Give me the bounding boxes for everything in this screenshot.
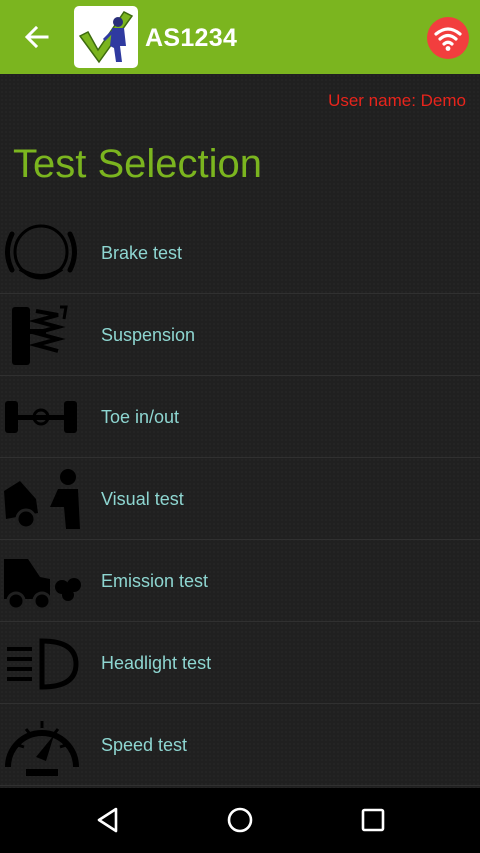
app-title: AS1234 xyxy=(145,24,238,52)
test-item-label: Brake test xyxy=(101,243,183,263)
test-item-brake[interactable]: Brake test xyxy=(0,212,480,294)
test-item-speed[interactable]: Speed test xyxy=(0,704,480,786)
suspension-icon xyxy=(12,305,68,365)
test-item-emission[interactable]: Emission test xyxy=(0,540,480,622)
back-button[interactable] xyxy=(17,17,57,57)
speedometer-icon xyxy=(5,721,79,776)
test-item-label: Toe in/out xyxy=(101,407,180,427)
nav-home-button[interactable] xyxy=(220,800,260,840)
test-item-headlight[interactable]: Headlight test xyxy=(0,622,480,704)
test-list: Brake test Suspension Toe in/out Visual … xyxy=(0,212,480,786)
user-name-label: User name: Demo xyxy=(328,91,466,110)
wifi-icon xyxy=(434,27,462,51)
system-nav-bar xyxy=(0,788,480,853)
brake-icon xyxy=(5,224,77,280)
headlight-icon xyxy=(7,638,79,690)
test-item-label: Headlight test xyxy=(101,653,212,673)
checkmark-mechanic-logo-icon xyxy=(78,11,134,64)
emission-icon xyxy=(4,559,81,611)
wifi-status-button[interactable] xyxy=(427,17,469,59)
content-area: User name: Demo Test Selection Brake tes… xyxy=(0,74,480,788)
test-item-visual[interactable]: Visual test xyxy=(0,458,480,540)
test-item-label: Emission test xyxy=(101,571,209,591)
test-item-label: Suspension xyxy=(101,325,196,345)
nav-recents-button[interactable] xyxy=(353,800,393,840)
nav-back-icon xyxy=(97,807,118,833)
test-item-label: Visual test xyxy=(101,489,184,509)
arrow-left-icon xyxy=(24,25,49,49)
page-title: Test Selection xyxy=(13,142,263,186)
app-logo xyxy=(74,6,138,68)
axle-icon xyxy=(5,401,77,433)
test-item-suspension[interactable]: Suspension xyxy=(0,294,480,376)
nav-home-icon xyxy=(227,807,253,833)
visual-inspection-icon xyxy=(4,469,80,530)
nav-back-button[interactable] xyxy=(87,800,127,840)
test-item-label: Speed test xyxy=(101,735,188,755)
app-bar: AS1234 xyxy=(0,0,480,74)
nav-recents-icon xyxy=(361,808,385,832)
test-item-toe[interactable]: Toe in/out xyxy=(0,376,480,458)
